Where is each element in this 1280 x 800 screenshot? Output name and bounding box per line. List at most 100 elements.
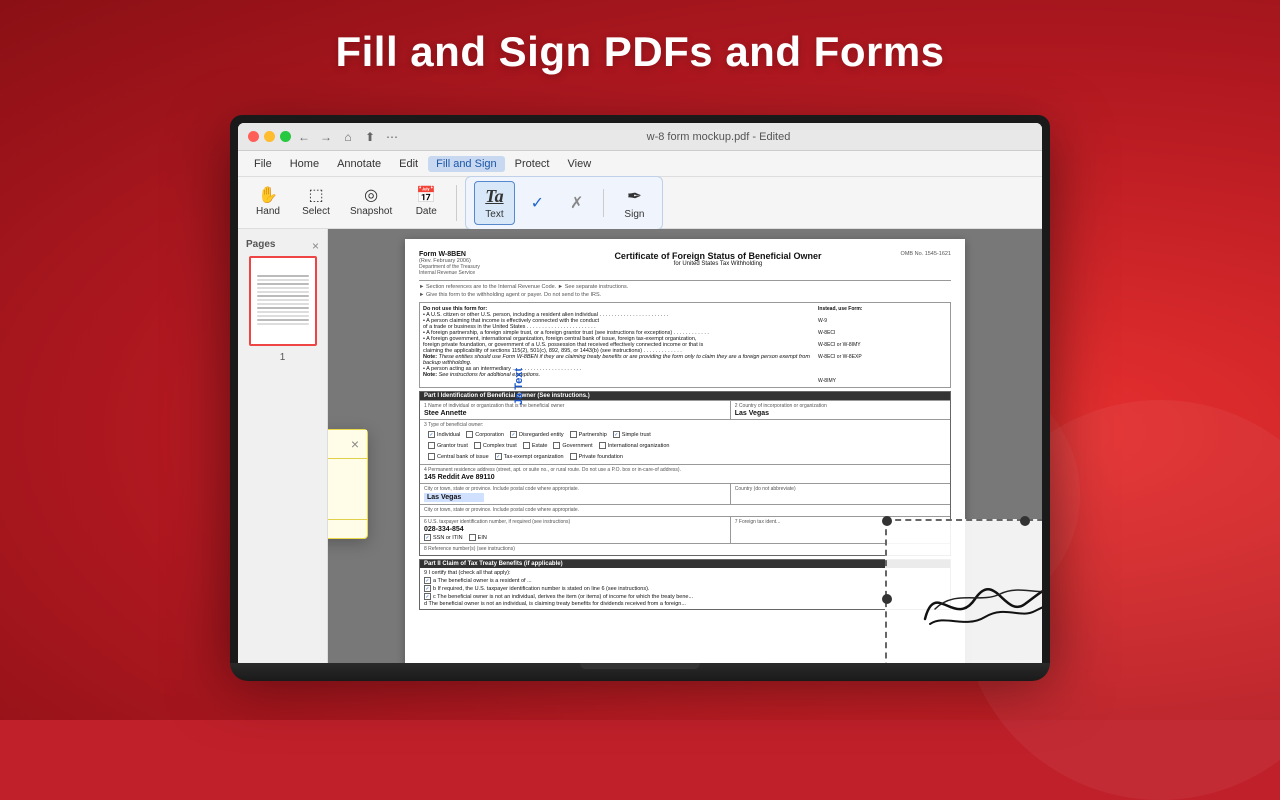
field3-label: 3 Type of beneficial owner: <box>424 422 946 428</box>
text-tool[interactable]: Ta Text <box>474 181 514 225</box>
select-icon: ⬚ <box>308 188 323 204</box>
snapshot-icon: ◎ <box>364 188 378 204</box>
forward-icon[interactable]: → <box>319 130 333 144</box>
form-header: Form W-8BEN (Rev. February 2006) Departm… <box>419 251 951 276</box>
cb-intl-org: International organization <box>599 442 670 449</box>
menu-annotate[interactable]: Annotate <box>329 156 389 172</box>
maximize-button[interactable] <box>280 131 291 142</box>
laptop: ← → ⌂ ⬆ ⋯ w-8 form mockup.pdf - Edited F… <box>230 115 1050 681</box>
x-tool[interactable]: ✗ <box>560 189 593 217</box>
ssn-checkbox[interactable]: ✓ <box>424 534 431 541</box>
part2-a-checkbox[interactable]: ✓ <box>424 577 431 584</box>
annotation-footer: 9/5/2022 3:53:17 PM <box>328 519 367 538</box>
beneficial-owner-cell: 1 Name of individual or organization tha… <box>420 401 731 419</box>
part2-b-checkbox[interactable]: ✓ <box>424 585 431 592</box>
cb-private-foundation-box[interactable] <box>570 453 577 460</box>
date-tool[interactable]: 📅 Date <box>404 184 448 221</box>
part2-c-checkbox[interactable]: ✓ <box>424 593 431 600</box>
cb-individual-box[interactable]: ✓ <box>428 431 435 438</box>
handle-top-middle[interactable] <box>1020 516 1030 526</box>
thumb-line-13 <box>257 323 309 325</box>
ja-text-overlay: Ja Text <box>513 368 525 405</box>
handle-middle-left[interactable] <box>882 594 892 604</box>
cb-individual: ✓ Individual <box>428 431 460 438</box>
cb-tax-exempt-box[interactable]: ✓ <box>495 453 502 460</box>
part2-c-text: c The beneficial owner is not an individ… <box>433 594 693 600</box>
share-icon[interactable]: ⬆ <box>363 130 377 144</box>
part2-field9: 9 I certify that (check all that apply): <box>424 570 946 576</box>
check-tool[interactable]: ✓ <box>521 189 554 217</box>
minimize-button[interactable] <box>264 131 275 142</box>
signature-handles <box>882 516 1042 663</box>
back-icon[interactable]: ← <box>297 130 311 144</box>
cb-estate-box[interactable] <box>523 442 530 449</box>
fill-sign-tools: Ta Text ✓ ✗ ✒ Sign <box>465 176 663 230</box>
menu-view[interactable]: View <box>560 156 600 172</box>
cb-corporation-box[interactable] <box>466 431 473 438</box>
signature-area[interactable] <box>885 519 1042 663</box>
menu-protect[interactable]: Protect <box>507 156 558 172</box>
snapshot-tool[interactable]: ◎ Snapshot <box>342 184 400 221</box>
cb-tax-exempt: ✓ Tax-exempt organization <box>495 453 564 460</box>
handle-top-left[interactable] <box>882 516 892 526</box>
city-cell: City or town, state or province. Include… <box>420 484 731 504</box>
part2-content: 9 I certify that (check all that apply):… <box>420 568 950 609</box>
ref-num-cell: 8 Reference number(s) (see instructions) <box>420 544 950 555</box>
cb-disregarded-label: Disregarded entity <box>519 432 564 438</box>
nav-icons: ← → ⌂ ⬆ ⋯ <box>297 130 399 144</box>
thumb-line-9 <box>257 307 309 309</box>
x-icon: ✗ <box>570 193 583 213</box>
thumb-line-2 <box>257 279 309 281</box>
cb-corporation-label: Corporation <box>475 432 504 438</box>
close-button[interactable] <box>248 131 259 142</box>
thumb-line-3 <box>257 283 309 285</box>
tax-id-types: ✓ SSN or ITIN EIN <box>424 534 726 541</box>
part1-section: Part I Identification of Beneficial Owne… <box>419 391 951 556</box>
cb-partnership-box[interactable] <box>570 431 577 438</box>
field4b-value[interactable]: Las Vegas <box>427 494 481 501</box>
select-label: Select <box>302 206 330 217</box>
part2-title: Part II Claim of Tax Treaty Benefits (if… <box>424 561 563 567</box>
menu-file[interactable]: File <box>246 156 280 172</box>
sign-icon: ✒ <box>627 186 642 207</box>
city-row-2: City or town, state or province. Include… <box>420 504 950 516</box>
select-tool[interactable]: ⬚ Select <box>294 184 338 221</box>
content-area: Pages × <box>238 229 1042 663</box>
field4-value: 145 Reddit Ave 89110 <box>424 474 946 481</box>
home-icon[interactable]: ⌂ <box>341 130 355 144</box>
more-icon[interactable]: ⋯ <box>385 130 399 144</box>
laptop-inner: ← → ⌂ ⬆ ⋯ w-8 form mockup.pdf - Edited F… <box>238 123 1042 663</box>
annotation-body[interactable]: Please review this text. <box>328 459 367 519</box>
cb-intl-org-box[interactable] <box>599 442 606 449</box>
cb-government-box[interactable] <box>553 442 560 449</box>
thumb-line-4 <box>257 287 309 289</box>
cb-grantor-box[interactable] <box>428 442 435 449</box>
thumb-lines <box>257 275 309 327</box>
cb-simple-trust-box[interactable]: ✓ <box>613 431 620 438</box>
menu-fill-sign[interactable]: Fill and Sign <box>428 156 505 172</box>
part1-title: Part I Identification of Beneficial Owne… <box>424 393 590 399</box>
ein-checkbox[interactable] <box>469 534 476 541</box>
cb-central-bank-box[interactable] <box>428 453 435 460</box>
cb-partnership-label: Partnership <box>579 432 607 438</box>
cb-complex: Complex trust <box>474 442 517 449</box>
cb-complex-box[interactable] <box>474 442 481 449</box>
part2-section: Part II Claim of Tax Treaty Benefits (if… <box>419 559 951 610</box>
menu-bar: File Home Annotate Edit Fill and Sign Pr… <box>238 151 1042 177</box>
thumb-line-6 <box>257 295 309 297</box>
sidebar-close-button[interactable]: × <box>312 239 319 253</box>
cb-disregarded-box[interactable]: ✓ <box>510 431 517 438</box>
page-thumbnail[interactable] <box>249 256 317 346</box>
hand-tool[interactable]: ✋ Hand <box>246 184 290 221</box>
do-not-use-box: Do not use this form for: • A U.S. citiz… <box>419 302 951 388</box>
cb-grantor: Grantor trust <box>428 442 468 449</box>
annotation-close-button[interactable]: × <box>351 436 359 452</box>
part2-header: Part II Claim of Tax Treaty Benefits (if… <box>420 560 950 568</box>
part2-a-text: a The beneficial owner is a resident of … <box>433 578 532 584</box>
menu-edit[interactable]: Edit <box>391 156 426 172</box>
pdf-viewer[interactable]: john.oliver × Please review this text. 9… <box>328 229 1042 663</box>
menu-home[interactable]: Home <box>282 156 327 172</box>
sign-label: Sign <box>624 209 644 220</box>
sign-tool[interactable]: ✒ Sign <box>614 182 654 224</box>
city-cell-2: City or town, state or province. Include… <box>420 505 950 516</box>
